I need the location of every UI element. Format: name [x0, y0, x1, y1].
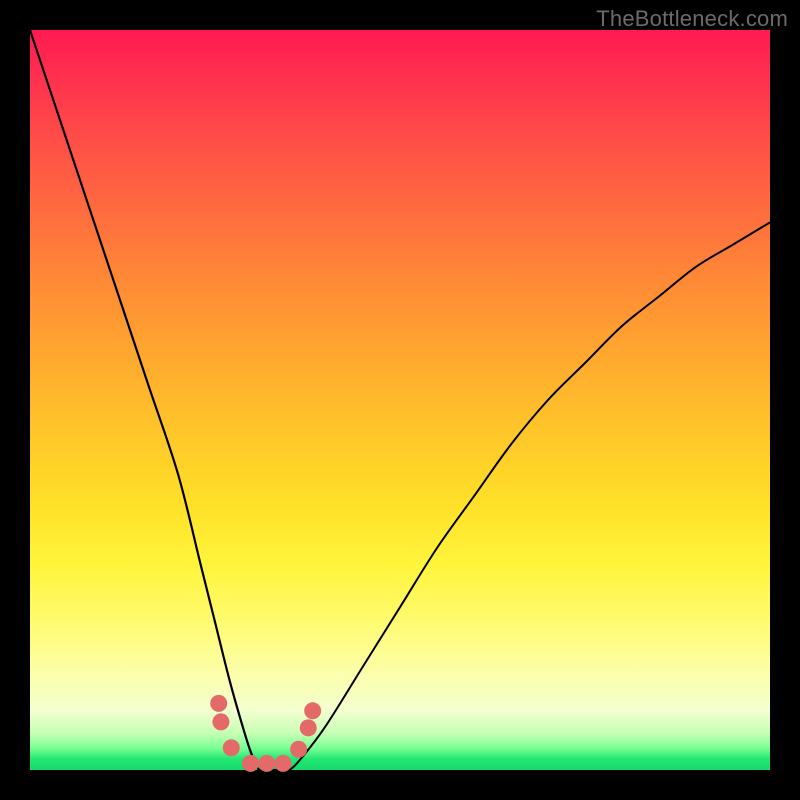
curve-svg [30, 30, 770, 770]
highlight-dot [210, 695, 227, 712]
highlight-dot [290, 741, 307, 758]
highlight-dot [242, 755, 259, 772]
highlight-dot [258, 755, 275, 772]
highlight-dot [212, 713, 229, 730]
highlight-dot [275, 755, 292, 772]
highlight-dot [300, 719, 317, 736]
bottleneck-curve-left [30, 30, 289, 771]
bottleneck-curve-right [252, 222, 770, 771]
highlight-dots [210, 695, 321, 772]
highlight-dot [223, 739, 240, 756]
chart-frame: TheBottleneck.com [0, 0, 800, 800]
highlight-dot [304, 702, 321, 719]
watermark-text: TheBottleneck.com [596, 6, 788, 32]
plot-area [30, 30, 770, 770]
